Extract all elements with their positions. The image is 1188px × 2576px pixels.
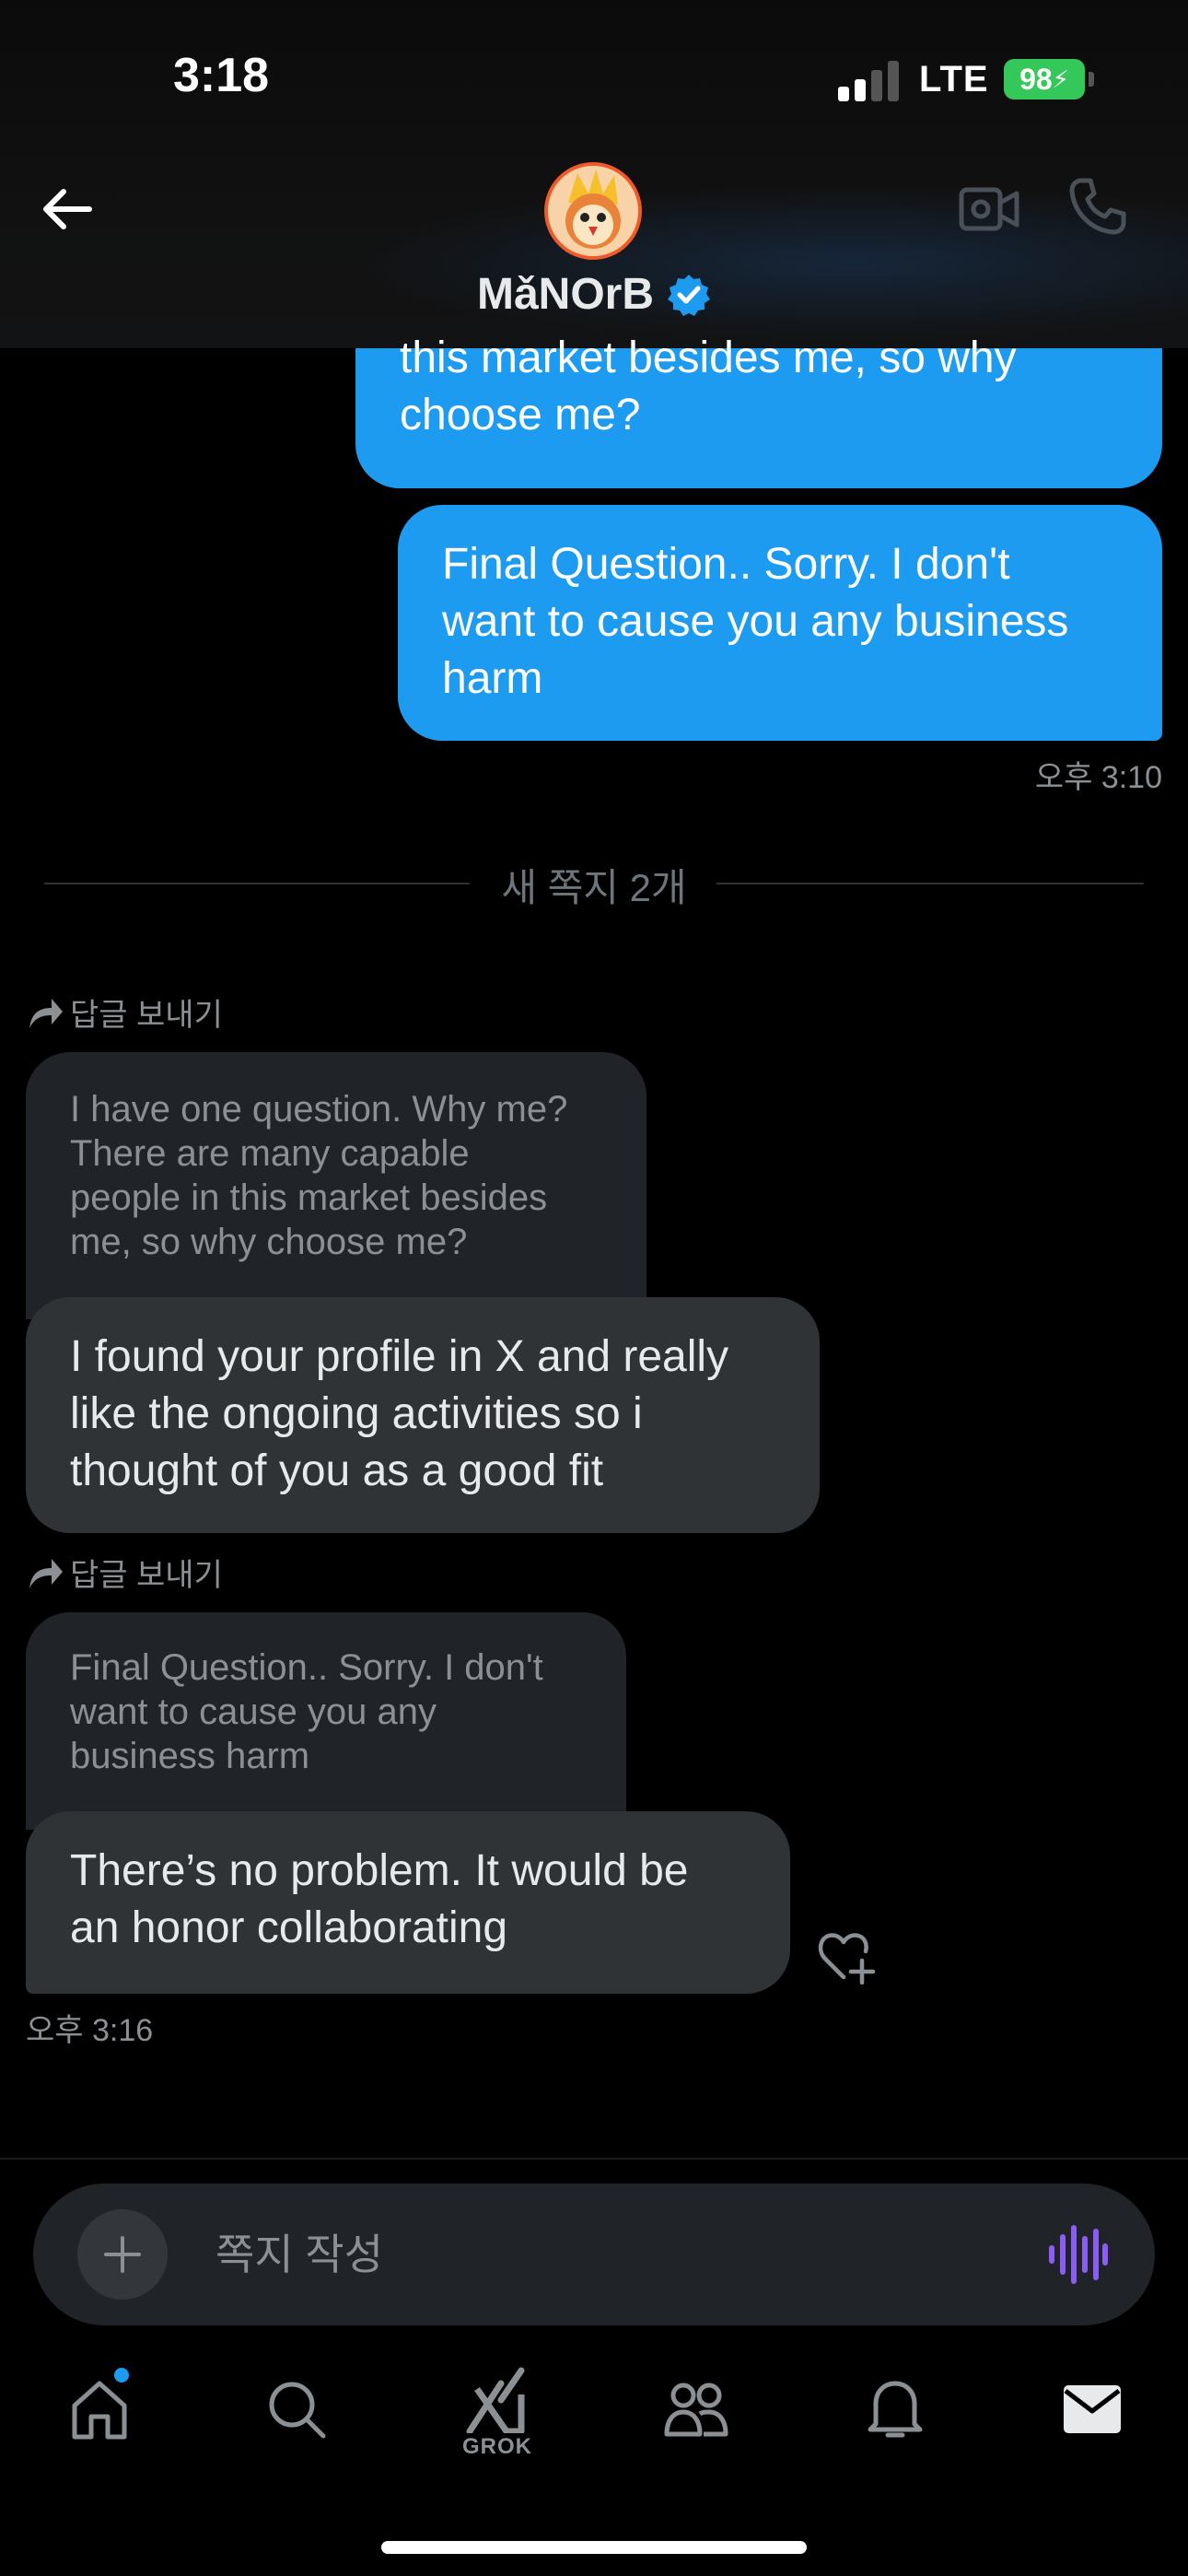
quoted-line: people in this market besides — [70, 1177, 548, 1218]
message-line: this market besides me, so why — [400, 334, 1017, 382]
search-icon — [269, 2382, 326, 2439]
quoted-line: I have one question. Why me? — [70, 1089, 568, 1130]
message-line: There’s no problem. It would be — [70, 1846, 689, 1895]
contact-name[interactable]: MǎNOrB — [0, 269, 1188, 320]
nav-search[interactable] — [250, 2359, 343, 2460]
plus-icon — [104, 2236, 141, 2273]
voice-wave-icon — [1049, 2225, 1108, 2284]
phone-call-button[interactable] — [1068, 177, 1127, 236]
bell-icon — [868, 2381, 923, 2438]
bottom-nav: GROK — [0, 2359, 1188, 2469]
status-bar: 3:18 LTE 98 ⚡ — [0, 0, 1188, 157]
network-label: LTE — [919, 59, 989, 100]
signal-icon — [838, 61, 899, 101]
heart-plus-icon — [818, 1933, 876, 1985]
outgoing-message-bubble[interactable]: this market besides me, so why choose me… — [355, 334, 1162, 488]
quoted-line: me, so why choose me? — [70, 1222, 468, 1262]
back-arrow-icon — [43, 189, 92, 229]
new-messages-label: 새 쪽지 2개 — [501, 866, 687, 909]
home-indicator — [381, 2541, 807, 2554]
quoted-line: Final Question.. Sorry. I don't — [70, 1647, 543, 1688]
video-call-icon — [959, 187, 1019, 231]
outgoing-message-bubble[interactable]: Final Question.. Sorry. I don't want to … — [398, 505, 1162, 741]
back-button[interactable] — [33, 175, 101, 243]
grok-icon — [466, 2367, 525, 2433]
mail-icon — [1064, 2385, 1121, 2433]
message-input[interactable] — [215, 2226, 952, 2283]
message-line: I found your profile in X and really — [70, 1332, 729, 1381]
quoted-line: want to cause you any — [70, 1692, 437, 1732]
home-notification-dot — [114, 2368, 129, 2383]
message-line: harm — [442, 654, 543, 703]
verified-badge-icon — [668, 274, 711, 316]
nav-grok[interactable]: GROK — [451, 2359, 543, 2460]
quoted-line: There are many capable — [70, 1133, 470, 1174]
message-line: want to cause you any business — [442, 597, 1069, 646]
nav-communities[interactable] — [650, 2359, 742, 2460]
quoted-message[interactable]: Final Question.. Sorry. I don't want to … — [26, 1612, 626, 1830]
add-reaction-button[interactable] — [816, 1929, 877, 1985]
battery-icon: 98 ⚡ — [1004, 59, 1085, 100]
reply-arrow-icon — [29, 998, 63, 1028]
incoming-message-bubble[interactable]: There’s no problem. It would be an honor… — [26, 1811, 790, 1994]
message-line: Final Question.. Sorry. I don't — [442, 540, 1010, 589]
communities-icon — [664, 2383, 728, 2437]
phone-icon — [1069, 178, 1126, 235]
voice-message-button[interactable] — [1046, 2224, 1109, 2285]
reply-label: 답글 보내기 — [70, 998, 223, 1033]
battery-level: 98 — [1019, 62, 1053, 96]
status-time: 3:18 — [173, 49, 270, 102]
add-media-button[interactable] — [77, 2209, 168, 2300]
message-line: like the ongoing activities so i — [70, 1389, 643, 1438]
incoming-message-bubble[interactable]: I found your profile in X and really lik… — [26, 1297, 820, 1533]
quoted-message[interactable]: I have one question. Why me? There are m… — [26, 1052, 646, 1319]
avatar[interactable] — [544, 162, 642, 260]
avatar-image — [548, 166, 638, 256]
nav-messages[interactable] — [1046, 2359, 1138, 2460]
video-call-button[interactable] — [958, 181, 1020, 238]
home-icon — [72, 2381, 127, 2440]
message-composer — [33, 2184, 1155, 2325]
nav-notifications[interactable] — [849, 2359, 941, 2460]
composer-separator — [0, 2158, 1188, 2160]
message-timestamp: 오후 3:16 — [26, 2013, 154, 2048]
grok-label: GROK — [462, 2434, 532, 2459]
nav-home[interactable] — [53, 2359, 146, 2460]
message-line: an honor collaborating — [70, 1903, 508, 1952]
battery-tip — [1089, 72, 1094, 87]
reply-arrow-icon — [29, 1558, 63, 1588]
reply-indicator: 답글 보내기 — [26, 989, 223, 1035]
message-line: choose me? — [400, 391, 641, 439]
reply-indicator: 답글 보내기 — [26, 1550, 223, 1595]
reply-label: 답글 보내기 — [70, 1558, 223, 1593]
message-line: thought of you as a good fit — [70, 1446, 604, 1495]
quoted-line: business harm — [70, 1736, 310, 1776]
message-timestamp: 오후 3:10 — [1034, 760, 1162, 795]
contact-name-text: MǎNOrB — [476, 270, 655, 319]
new-messages-divider: 새 쪽지 2개 — [44, 866, 1144, 909]
